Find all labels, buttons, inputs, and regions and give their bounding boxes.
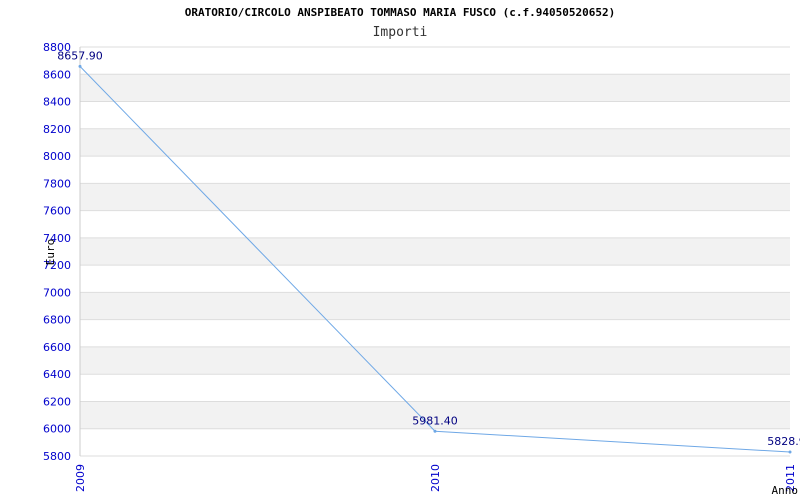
grid-band bbox=[80, 47, 790, 75]
grid-band bbox=[80, 237, 790, 266]
grid-band bbox=[80, 74, 790, 102]
x-axis-title: Anno bbox=[772, 484, 799, 497]
data-point bbox=[788, 450, 792, 454]
data-label: 5828.90 bbox=[767, 435, 800, 448]
y-tick-label: 7800 bbox=[43, 177, 71, 190]
y-tick-label: 8400 bbox=[43, 96, 71, 109]
grid-band bbox=[80, 128, 790, 157]
grid-band bbox=[80, 292, 790, 320]
y-tick-label: 8600 bbox=[43, 68, 71, 81]
y-tick-label: 7600 bbox=[43, 205, 71, 218]
y-tick-label: 6800 bbox=[43, 314, 71, 327]
grid-band bbox=[80, 319, 790, 347]
x-tick-label: 2010 bbox=[429, 464, 442, 492]
data-label: 5981.40 bbox=[412, 414, 458, 427]
y-tick-label: 6200 bbox=[43, 395, 71, 408]
data-point bbox=[78, 64, 82, 68]
grid-band bbox=[80, 428, 790, 456]
y-axis-title: Euro bbox=[44, 239, 57, 266]
y-tick-label: 5800 bbox=[43, 450, 71, 463]
x-tick-label: 2009 bbox=[74, 464, 87, 492]
y-tick-label: 6000 bbox=[43, 423, 71, 436]
data-point bbox=[433, 429, 437, 433]
grid-band bbox=[80, 183, 790, 211]
y-tick-label: 6600 bbox=[43, 341, 71, 354]
grid-band bbox=[80, 210, 790, 238]
chart: ORATORIO/CIRCOLO ANSPIBEATO TOMMASO MARI… bbox=[0, 0, 800, 500]
y-tick-label: 6400 bbox=[43, 368, 71, 381]
grid-band bbox=[80, 101, 790, 129]
grid-band bbox=[80, 374, 790, 402]
plot-area: 5800600062006400660068007000720074007600… bbox=[43, 41, 800, 497]
grid-band bbox=[80, 265, 790, 293]
grid-band bbox=[80, 156, 790, 184]
data-label: 8657.90 bbox=[57, 49, 103, 62]
y-tick-label: 8000 bbox=[43, 150, 71, 163]
y-tick-label: 7000 bbox=[43, 286, 71, 299]
grid-band bbox=[80, 346, 790, 375]
y-tick-label: 8200 bbox=[43, 123, 71, 136]
